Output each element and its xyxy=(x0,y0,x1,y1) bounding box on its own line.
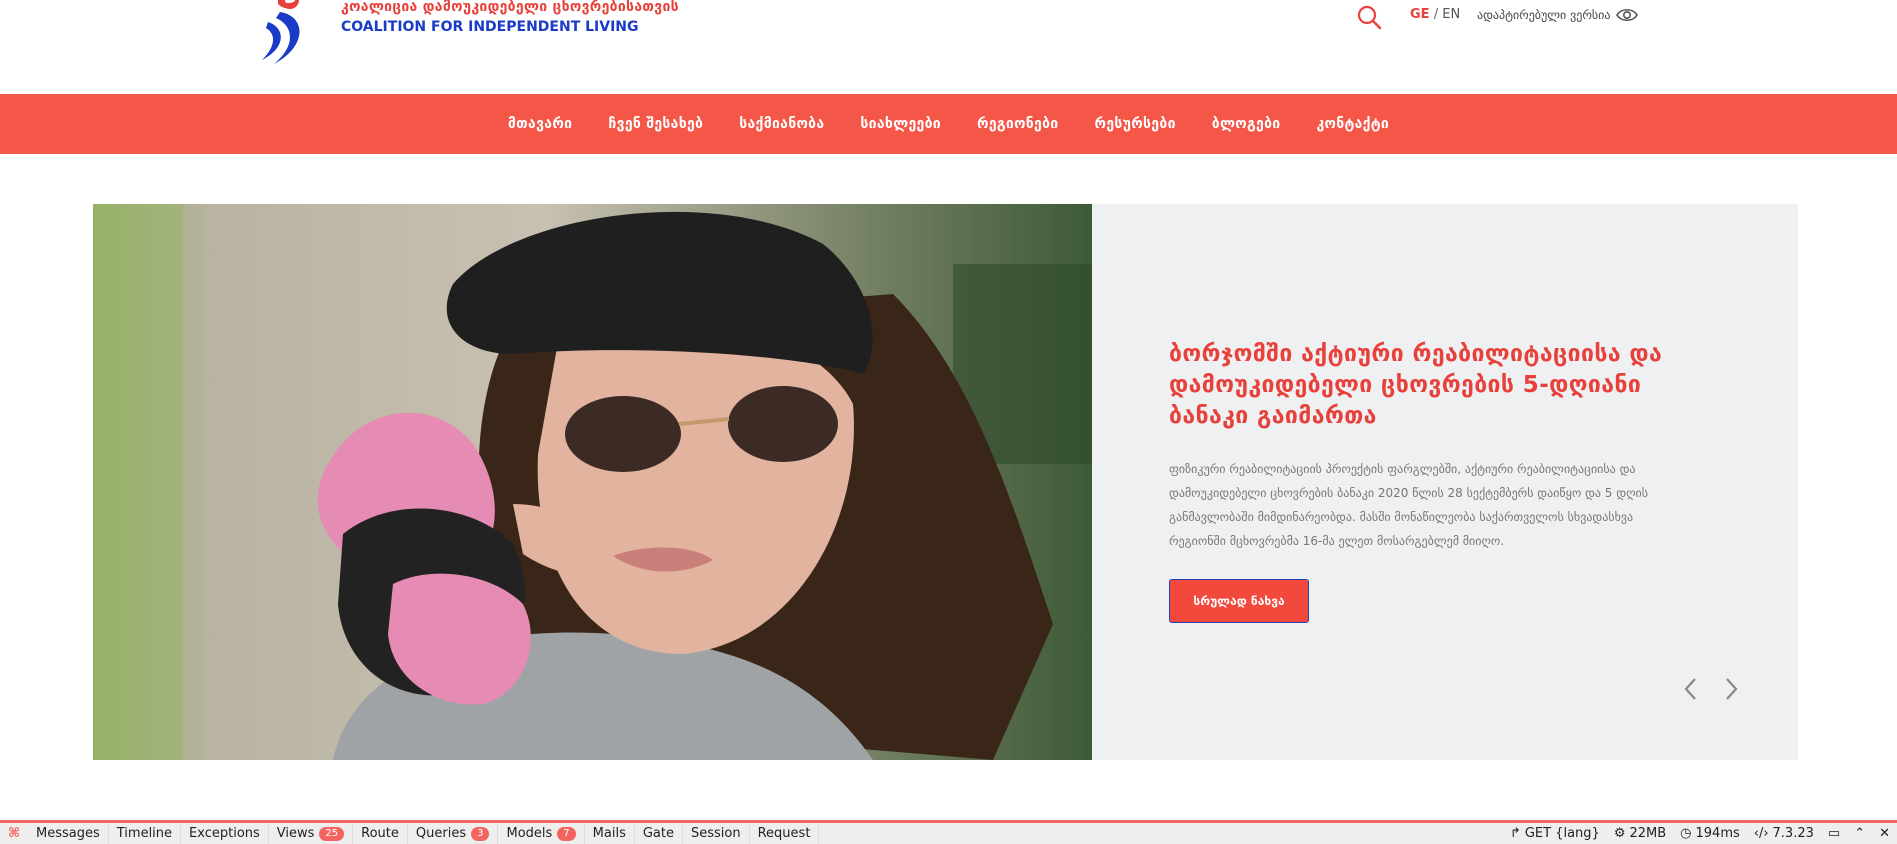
eye-icon xyxy=(1616,8,1639,22)
search-icon[interactable] xyxy=(1356,4,1382,30)
nav-item-regions[interactable]: რეგიონები xyxy=(959,116,1077,132)
hero-description: ფიზიკური რეაბილიტაციის პროექტის ფარგლებშ… xyxy=(1169,462,1648,548)
debug-tab-label: Exceptions xyxy=(189,826,260,841)
debug-tab-label: Gate xyxy=(642,826,674,841)
cogs-icon: ⚙ xyxy=(1613,826,1626,841)
debug-php-version[interactable]: ‹/› 7.3.23 xyxy=(1747,826,1821,841)
org-name-ka: კოალიცია დამოუკიდებელი ცხოვრებისათვის xyxy=(341,0,679,15)
debug-tab-queries[interactable]: Queries 3 xyxy=(408,823,499,844)
hero-slider: ბორჯომში აქტიური რეაბილიტაციისა და დამოუ… xyxy=(93,204,1798,760)
nav-item-about[interactable]: ჩვენ შესახებ xyxy=(590,116,721,132)
debug-tab-route[interactable]: Route xyxy=(353,823,408,844)
hero-title[interactable]: ბორჯომში აქტიური რეაბილიტაციისა და დამოუ… xyxy=(1169,339,1679,432)
debug-memory-value: 22MB xyxy=(1629,826,1667,841)
debug-memory[interactable]: ⚙ 22MB xyxy=(1607,826,1673,841)
folder-icon[interactable]: ▭ xyxy=(1821,826,1847,841)
code-icon: ‹/› xyxy=(1753,826,1769,841)
accessible-version-link[interactable]: ადაპტირებული ვერსია xyxy=(1477,7,1639,23)
debug-tab-label: Queries xyxy=(415,826,467,841)
debug-tab-label: Request xyxy=(757,826,811,841)
debug-tab-mails[interactable]: Mails xyxy=(585,823,635,844)
logo-icon[interactable] xyxy=(256,0,320,66)
debug-tab-label: Messages xyxy=(36,826,100,841)
count-badge: 3 xyxy=(471,826,490,841)
debug-php-value: 7.3.23 xyxy=(1772,826,1814,841)
nav-item-news[interactable]: სიახლეები xyxy=(842,116,959,132)
nav-item-home[interactable]: მთავარი xyxy=(490,116,590,132)
clock-icon: ◷ xyxy=(1680,826,1692,841)
language-switcher: GE / EN xyxy=(1410,7,1460,22)
debug-tab-label: Session xyxy=(691,826,741,841)
debug-tab-label: Route xyxy=(361,826,399,841)
debug-tab-messages[interactable]: Messages xyxy=(28,823,109,844)
debug-tab-session[interactable]: Session xyxy=(683,823,750,844)
chevron-left-icon[interactable] xyxy=(1680,676,1702,702)
read-more-button[interactable]: სრულად ნახვა xyxy=(1169,579,1309,623)
org-name[interactable]: კოალიცია დამოუკიდებელი ცხოვრებისათვის CO… xyxy=(341,0,679,37)
nav-item-blogs[interactable]: ბლოგები xyxy=(1194,116,1299,132)
close-icon[interactable]: ✕ xyxy=(1872,826,1897,841)
debug-tab-views[interactable]: Views 25 xyxy=(269,823,354,844)
nav-item-activities[interactable]: საქმიანობა xyxy=(721,116,842,132)
site-header: კოალიცია დამოუკიდებელი ცხოვრებისათვის CO… xyxy=(0,0,1897,94)
debug-tab-exceptions[interactable]: Exceptions xyxy=(181,823,269,844)
hero-text: ბორჯომში აქტიური რეაბილიტაციისა და დამოუ… xyxy=(1169,339,1679,553)
debug-tab-gate[interactable]: Gate xyxy=(635,823,683,844)
debug-tab-label: Mails xyxy=(592,826,626,841)
debug-tab-request[interactable]: Request xyxy=(750,823,820,844)
hero-image xyxy=(93,204,1092,760)
debugbar-logo-icon[interactable]: ⌘ xyxy=(0,823,28,844)
maximize-icon[interactable]: ⌃ xyxy=(1847,826,1872,841)
chevron-right-icon[interactable] xyxy=(1720,676,1742,702)
debug-tab-timeline[interactable]: Timeline xyxy=(109,823,182,844)
debugbar-stats: ↱ GET {lang} ⚙ 22MB ◷ 194ms ‹/› 7.3.23 ▭ ⌃ ✕ xyxy=(1503,823,1897,844)
share-icon: ↱ xyxy=(1509,826,1521,841)
debug-time[interactable]: ◷ 194ms xyxy=(1673,826,1747,841)
org-name-en: COALITION FOR INDEPENDENT LIVING xyxy=(341,19,639,35)
lang-ge-link[interactable]: GE xyxy=(1410,7,1430,22)
lang-en-link[interactable]: EN xyxy=(1442,7,1460,22)
debug-tab-label: Models xyxy=(506,826,553,841)
lang-separator: / xyxy=(1433,7,1439,22)
debug-time-value: 194ms xyxy=(1695,826,1740,841)
debug-tab-label: Timeline xyxy=(116,826,173,841)
nav-item-contact[interactable]: კონტაქტი xyxy=(1298,116,1407,132)
debug-route-value: GET {lang} xyxy=(1524,826,1600,841)
debug-tab-label: Views xyxy=(276,826,315,841)
count-badge: 7 xyxy=(557,826,576,841)
accessible-version-label: ადაპტირებული ვერსია xyxy=(1477,8,1611,22)
main-nav: მთავარი ჩვენ შესახებ საქმიანობა სიახლეებ… xyxy=(0,94,1897,154)
count-badge: 25 xyxy=(319,826,345,841)
debug-bar: ⌘ Messages Timeline Exceptions Views 25 R… xyxy=(0,820,1897,844)
nav-item-resources[interactable]: რესურსები xyxy=(1077,116,1194,132)
debug-route[interactable]: ↱ GET {lang} xyxy=(1503,826,1607,841)
debug-tab-models[interactable]: Models 7 xyxy=(498,823,585,844)
